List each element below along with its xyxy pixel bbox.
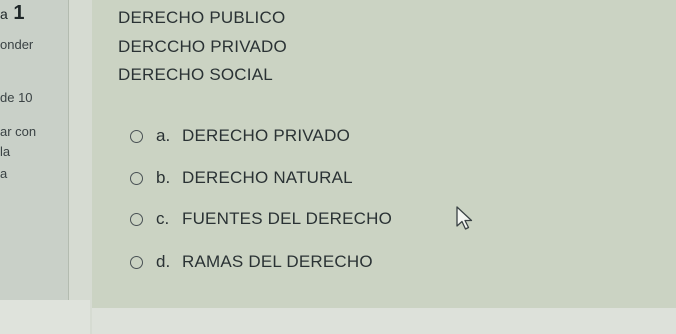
question-number-value: 1	[13, 2, 25, 24]
radio-button-icon[interactable]	[130, 171, 143, 185]
answer-option-b[interactable]: b. DERECHO NATURAL	[130, 166, 353, 190]
sidebar-footer	[0, 300, 90, 334]
option-label[interactable]: DERECHO PRIVADO	[182, 126, 350, 146]
question-score: de 10	[0, 90, 33, 105]
question-label-fragment: a	[0, 6, 8, 22]
radio-button-icon[interactable]	[130, 212, 143, 226]
radio-button-icon[interactable]	[130, 255, 143, 269]
flag-question-link-line3[interactable]: a	[0, 166, 7, 181]
flag-question-link-line2[interactable]: la	[0, 144, 10, 159]
question-status: onder	[0, 37, 34, 52]
option-letter: c.	[156, 209, 170, 228]
radio-button-icon[interactable]	[130, 129, 143, 143]
mouse-pointer-icon	[456, 206, 473, 230]
option-label[interactable]: RAMAS DEL DERECHO	[182, 252, 373, 272]
question-text-line-3: DERECHO SOCIAL	[118, 65, 273, 84]
answer-option-a[interactable]: a. DERECHO PRIVADO	[130, 124, 350, 148]
question-text-line-1: DERECHO PUBLICO	[118, 8, 286, 27]
question-number: a 1	[0, 2, 24, 25]
option-letter: b.	[156, 168, 171, 187]
option-letter: d.	[156, 252, 171, 271]
panel-footer	[92, 308, 676, 334]
answer-option-d[interactable]: d. RAMAS DEL DERECHO	[130, 250, 373, 274]
answer-option-c[interactable]: c. FUENTES DEL DERECHO	[130, 207, 392, 231]
option-label[interactable]: FUENTES DEL DERECHO	[182, 209, 392, 229]
flag-question-link[interactable]: ar con	[0, 124, 36, 139]
question-text-line-2: DERCCHO PRIVADO	[118, 37, 287, 56]
option-label[interactable]: DERECHO NATURAL	[182, 168, 353, 188]
option-letter: a.	[156, 126, 171, 145]
question-info-sidebar: a 1 onder de 10 ar con la a	[0, 0, 69, 300]
